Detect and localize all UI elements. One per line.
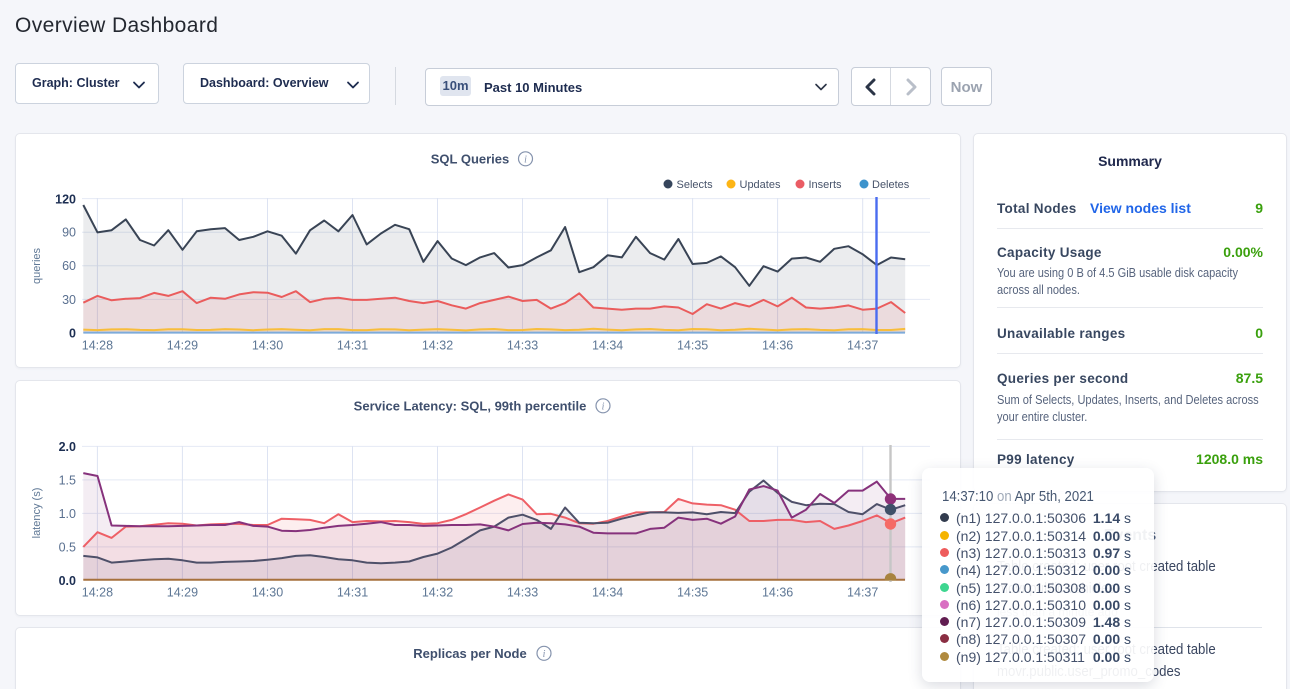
svg-text:SQL Queries: SQL Queries bbox=[431, 152, 510, 167]
svg-text:14:30: 14:30 bbox=[252, 586, 283, 600]
svg-text:14:37: 14:37 bbox=[847, 339, 878, 353]
svg-text:i: i bbox=[602, 401, 605, 412]
svg-text:i: i bbox=[524, 154, 527, 165]
svg-text:14:35: 14:35 bbox=[677, 339, 708, 353]
svg-text:1.5: 1.5 bbox=[59, 473, 76, 487]
svg-text:14:31: 14:31 bbox=[337, 586, 368, 600]
svg-text:Deletes: Deletes bbox=[872, 179, 910, 191]
svg-text:14:36: 14:36 bbox=[762, 586, 793, 600]
svg-text:14:33: 14:33 bbox=[507, 586, 538, 600]
svg-text:14:34: 14:34 bbox=[592, 339, 623, 353]
svg-text:2.0: 2.0 bbox=[59, 440, 76, 454]
svg-text:14:31: 14:31 bbox=[337, 339, 368, 353]
svg-text:14:34: 14:34 bbox=[592, 586, 623, 600]
svg-text:14:37: 14:37 bbox=[847, 586, 878, 600]
svg-text:0: 0 bbox=[69, 326, 76, 340]
svg-text:1.0: 1.0 bbox=[59, 507, 76, 521]
svg-text:queries: queries bbox=[31, 247, 43, 284]
svg-text:0.5: 0.5 bbox=[59, 540, 76, 554]
svg-text:i: i bbox=[543, 649, 546, 660]
svg-text:Selects: Selects bbox=[677, 179, 714, 191]
svg-text:14:28: 14:28 bbox=[82, 339, 113, 353]
svg-text:Updates: Updates bbox=[740, 179, 781, 191]
svg-text:14:33: 14:33 bbox=[507, 339, 538, 353]
svg-text:Replicas per Node: Replicas per Node bbox=[413, 646, 526, 661]
svg-text:14:28: 14:28 bbox=[82, 586, 113, 600]
svg-text:14:30: 14:30 bbox=[252, 339, 283, 353]
svg-text:120: 120 bbox=[55, 192, 76, 206]
svg-text:14:35: 14:35 bbox=[677, 586, 708, 600]
svg-text:14:32: 14:32 bbox=[422, 586, 453, 600]
svg-text:60: 60 bbox=[62, 259, 76, 273]
svg-text:90: 90 bbox=[62, 226, 76, 240]
svg-text:30: 30 bbox=[62, 293, 76, 307]
svg-text:Service Latency: SQL, 99th per: Service Latency: SQL, 99th percentile bbox=[354, 399, 587, 414]
svg-text:Inserts: Inserts bbox=[809, 179, 843, 191]
svg-text:14:29: 14:29 bbox=[167, 339, 198, 353]
svg-text:0.0: 0.0 bbox=[59, 574, 76, 588]
svg-text:14:36: 14:36 bbox=[762, 339, 793, 353]
svg-text:14:32: 14:32 bbox=[422, 339, 453, 353]
svg-text:14:29: 14:29 bbox=[167, 586, 198, 600]
svg-text:latency (s): latency (s) bbox=[31, 488, 43, 539]
